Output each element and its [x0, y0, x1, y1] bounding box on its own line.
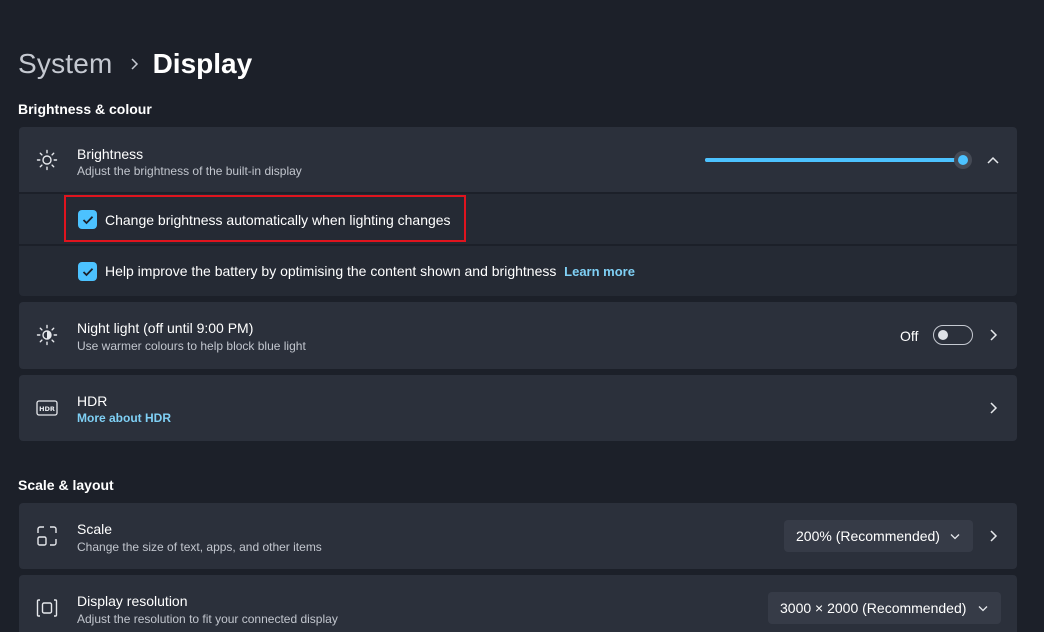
chevron-right-icon[interactable] — [985, 528, 1001, 544]
night-light-toggle[interactable] — [933, 325, 973, 345]
brightness-title: Brightness — [77, 146, 144, 162]
display-resolution-dropdown[interactable]: 3000 × 2000 (Recommended) — [768, 592, 1001, 624]
scale-icon — [36, 525, 58, 547]
more-about-hdr-link[interactable]: More about HDR — [77, 411, 171, 425]
battery-optimise-label-row: Help improve the battery by optimising t… — [105, 263, 635, 279]
night-light-title: Night light (off until 9:00 PM) — [77, 320, 254, 336]
scale-title: Scale — [77, 521, 113, 537]
scale-description: Change the size of text, apps, and other… — [77, 540, 322, 554]
hdr-title: HDR — [77, 393, 108, 409]
night-light-description: Use warmer colours to help block blue li… — [77, 339, 306, 353]
svg-text:HDR: HDR — [39, 405, 55, 413]
breadcrumb: System Display — [18, 44, 252, 84]
chevron-right-icon — [129, 57, 139, 71]
night-light-toggle-label: Off — [900, 328, 919, 344]
hdr-icon: HDR — [36, 397, 58, 419]
display-resolution-dropdown-value: 3000 × 2000 (Recommended) — [780, 600, 967, 616]
chevron-down-icon — [949, 530, 961, 542]
section-title-scale-layout: Scale & layout — [18, 477, 114, 493]
night-light-icon — [36, 324, 58, 346]
brightness-description: Adjust the brightness of the built-in di… — [77, 164, 302, 178]
scale-dropdown-value: 200% (Recommended) — [796, 528, 940, 544]
resolution-icon — [36, 597, 58, 619]
chevron-up-icon[interactable] — [985, 152, 1001, 168]
battery-optimise-checkbox[interactable] — [78, 262, 97, 281]
hdr-card[interactable] — [19, 375, 1017, 441]
section-title-brightness-colour: Brightness & colour — [18, 101, 152, 117]
chevron-right-icon[interactable] — [985, 327, 1001, 343]
chevron-down-icon — [977, 602, 989, 614]
settings-display-page: System Display Brightness & colour Brigh… — [0, 0, 1044, 632]
page-title: Display — [152, 48, 253, 79]
breadcrumb-system-link[interactable]: System — [18, 48, 113, 80]
highlight-box — [64, 195, 466, 242]
brightness-slider-track[interactable] — [705, 158, 963, 162]
battery-optimise-label[interactable]: Help improve the battery by optimising t… — [105, 263, 556, 279]
slider-thumb-dot — [958, 155, 968, 165]
learn-more-link[interactable]: Learn more — [564, 264, 635, 279]
brightness-slider-thumb[interactable] — [954, 151, 972, 169]
toggle-knob — [938, 330, 948, 340]
brightness-slider-fill — [705, 158, 963, 162]
display-resolution-description: Adjust the resolution to fit your connec… — [77, 612, 338, 626]
display-resolution-title: Display resolution — [77, 593, 188, 609]
scale-dropdown[interactable]: 200% (Recommended) — [784, 520, 973, 552]
sun-icon — [36, 149, 58, 171]
checkmark-icon — [82, 267, 93, 276]
chevron-right-icon[interactable] — [985, 400, 1001, 416]
